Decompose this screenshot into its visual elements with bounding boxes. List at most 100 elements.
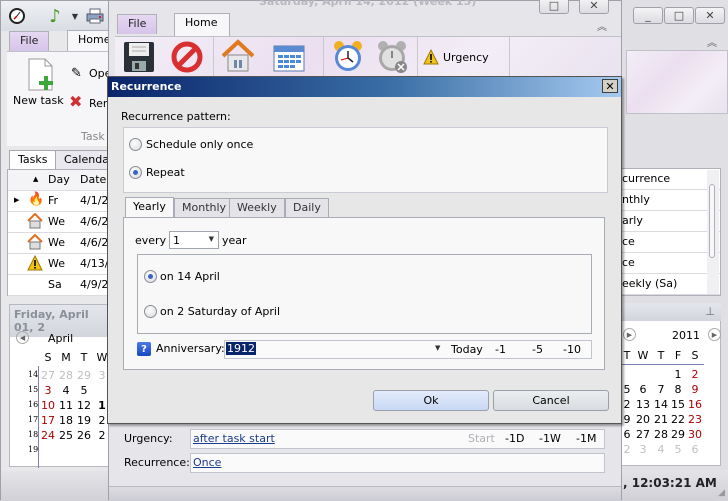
calendar-day[interactable]: 5	[669, 443, 687, 456]
schedule-once-option[interactable]: Schedule only once	[129, 138, 253, 151]
urgency-minus-1w-button[interactable]: -1W	[539, 432, 561, 445]
calendar-day[interactable]: 26	[75, 429, 93, 442]
urgency-field[interactable]: after task start Start -1D -1W -1M	[190, 429, 605, 449]
anniversary-dropdown-icon[interactable]: ▼	[435, 344, 440, 352]
tab-home[interactable]: Home	[174, 13, 230, 37]
calendar-day[interactable]: 3	[39, 384, 57, 397]
dialog-title-bar[interactable]: Recurrence ✕	[108, 77, 621, 97]
prev-month-button[interactable]: ◀	[16, 331, 29, 344]
calendar-day[interactable]: 4	[652, 443, 670, 456]
cancel-button[interactable]: Cancel	[493, 390, 609, 411]
table-row[interactable]: ce	[622, 232, 720, 253]
tab-weekly[interactable]: Weekly	[229, 198, 285, 217]
anniversary-value[interactable]: 1912	[226, 342, 256, 355]
calendar-day[interactable]: 8	[669, 383, 687, 396]
dropdown-arrow-icon[interactable]: ▼	[65, 6, 85, 26]
close-button[interactable]: ✕	[695, 7, 725, 24]
tab-daily[interactable]: Daily	[285, 198, 329, 217]
help-icon[interactable]: ?	[137, 342, 151, 356]
calendar-day[interactable]: 28	[57, 369, 75, 382]
home-icon[interactable]	[221, 39, 255, 76]
calendar-icon[interactable]	[273, 41, 305, 76]
calendar-day[interactable]: 13	[634, 398, 652, 411]
tab-yearly[interactable]: Yearly	[125, 197, 174, 218]
calendar-day[interactable]: 22	[669, 413, 687, 426]
calendar-day[interactable]: 12	[75, 399, 93, 412]
anniversary-today-button[interactable]: Today	[451, 343, 483, 356]
on-date-radio[interactable]	[144, 270, 157, 283]
calendar-day[interactable]: 23	[686, 413, 704, 426]
calendar-day[interactable]: 16	[686, 398, 704, 411]
table-row[interactable]: eekly (Sa)	[622, 274, 720, 295]
maximize-button[interactable]: □	[664, 7, 694, 24]
calendar-day[interactable]: 20	[634, 413, 652, 426]
on-weekday-radio[interactable]	[144, 305, 157, 318]
repeat-option[interactable]: Repeat	[129, 166, 185, 179]
calendar-day[interactable]: 27	[39, 369, 57, 382]
urgency-start-button[interactable]: Start	[468, 432, 495, 445]
tab-file[interactable]: File	[117, 14, 158, 34]
new-task-icon[interactable]	[27, 58, 57, 95]
table-row[interactable]: ce	[622, 253, 720, 274]
collapse-ribbon-icon[interactable]: ︽	[707, 34, 717, 49]
on-weekday-option[interactable]: on 2 Saturday of April	[144, 305, 280, 318]
anniversary-minus-5-button[interactable]: -5	[532, 343, 543, 356]
calendar-day[interactable]: 3	[634, 443, 652, 456]
calendar-day[interactable]: 6	[686, 443, 704, 456]
collapse-ribbon-icon[interactable]: ︽	[597, 18, 607, 33]
table-row[interactable]: Sa 4/9/2	[8, 275, 110, 296]
table-row[interactable]: We 4/13/	[8, 254, 110, 275]
scrollbar-thumb[interactable]	[709, 184, 715, 258]
column-date[interactable]: Date	[80, 173, 106, 186]
tab-monthly[interactable]: Monthly	[174, 198, 235, 217]
calendar-day[interactable]: 1	[669, 368, 687, 381]
resize-grip-icon[interactable]: ◢	[718, 488, 725, 498]
schedule-once-radio[interactable]	[129, 138, 142, 151]
table-row[interactable]: We 4/6/2	[8, 233, 110, 254]
urgency-value-link[interactable]: after task start	[193, 432, 275, 445]
alarm-clock-icon[interactable]	[331, 40, 365, 77]
repeat-radio[interactable]	[129, 166, 142, 179]
recurrence-field[interactable]: Once	[190, 453, 605, 473]
every-select[interactable]: 1 ▼	[169, 231, 219, 249]
calendar-day[interactable]: 5	[75, 384, 93, 397]
calendar-day[interactable]: 19	[75, 414, 93, 427]
vertical-scrollbar[interactable]	[707, 170, 719, 294]
table-row[interactable]: We 4/6/2	[8, 212, 110, 233]
ok-button[interactable]: Ok	[373, 390, 489, 411]
alarm-off-icon[interactable]	[375, 40, 409, 77]
calendar-day[interactable]: 15	[669, 398, 687, 411]
next-year-button[interactable]: ▶	[708, 328, 721, 341]
remove-button[interactable]: Rer	[89, 97, 107, 110]
table-row[interactable]: ▶ 🔥 Fr 4/1/2	[8, 191, 110, 212]
music-note-icon[interactable]: ♪	[45, 6, 65, 27]
calendar-day[interactable]: 4	[57, 384, 75, 397]
anniversary-minus-1-button[interactable]: -1	[495, 343, 506, 356]
sort-ascending-icon[interactable]: ▲	[33, 175, 38, 183]
recurrence-value-link[interactable]: Once	[193, 456, 221, 469]
cancel-icon[interactable]	[171, 41, 203, 76]
tab-file[interactable]: File	[9, 31, 50, 51]
calendar-day[interactable]: 21	[652, 413, 670, 426]
calendar-day[interactable]: 27	[634, 428, 652, 441]
column-recurrence[interactable]: currence	[622, 172, 670, 185]
calendar-day[interactable]: 25	[57, 429, 75, 442]
minimize-button[interactable]: _	[633, 7, 663, 24]
calendar-day[interactable]: 6	[634, 383, 652, 396]
calendar-day[interactable]: 17	[39, 414, 57, 427]
table-row[interactable]: nthly	[622, 190, 720, 211]
clock-icon[interactable]	[7, 6, 27, 26]
tab-tasks[interactable]: Tasks	[9, 150, 57, 170]
urgency-minus-1d-button[interactable]: -1D	[505, 432, 524, 445]
anniversary-minus-10-button[interactable]: -10	[563, 343, 581, 356]
next-month-button[interactable]: ▶	[623, 328, 636, 341]
table-row[interactable]: arly	[622, 211, 720, 232]
calendar-day[interactable]: 7	[652, 383, 670, 396]
on-date-option[interactable]: on 14 April	[144, 270, 220, 283]
column-day[interactable]: Day	[48, 173, 70, 186]
dialog-close-button[interactable]: ✕	[602, 79, 618, 93]
save-icon[interactable]	[123, 41, 155, 76]
maximize-button[interactable]: □	[539, 0, 569, 14]
calendar-day[interactable]: 29	[669, 428, 687, 441]
calendar-day[interactable]: 14	[652, 398, 670, 411]
